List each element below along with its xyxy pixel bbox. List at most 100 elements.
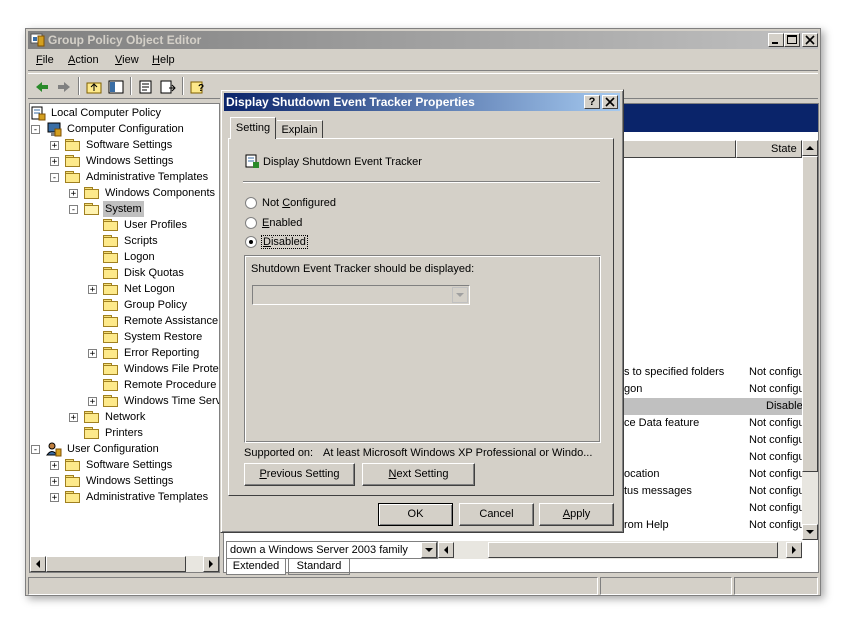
tab-explain[interactable]: Explain [277,120,323,138]
tree-item[interactable]: Local Computer Policy [30,105,219,121]
tree-item[interactable]: + Windows Settings [30,473,219,489]
main-title-bar[interactable]: Group Policy Object Editor [28,31,818,49]
scroll-thumb[interactable] [46,556,186,572]
tree-item[interactable]: Printers [30,425,219,441]
menu-action[interactable]: Action [68,54,99,66]
tree-item[interactable]: + Software Settings [30,137,219,153]
tree-item[interactable]: Remote Assistance [30,313,219,329]
dialog-close-button[interactable] [602,95,618,109]
maximize-button[interactable] [784,33,800,47]
export-list-icon[interactable] [160,79,176,95]
tree-item-label[interactable]: Computer Configuration [65,121,186,137]
expand-icon[interactable]: + [69,413,78,423]
menu-file[interactable]: File [36,54,54,66]
show-hide-tree-icon[interactable] [108,79,124,95]
scroll-right-button[interactable] [203,556,219,572]
radio-not-configured[interactable] [245,197,257,209]
dialog-title-bar[interactable]: Display Shutdown Event Tracker Propertie… [224,93,620,111]
radio-disabled[interactable] [245,236,257,248]
collapse-icon[interactable]: - [69,205,78,215]
collapse-icon[interactable]: - [31,445,40,455]
ok-button[interactable]: OK [378,503,453,526]
tree-item-label[interactable]: Remote Assistance [122,313,219,329]
apply-button[interactable]: Apply [539,503,614,526]
tree-item[interactable]: + Windows Time Serv [30,393,219,409]
tree-item-label[interactable]: Windows File Protec [122,361,219,377]
tree-hscrollbar[interactable] [30,556,219,572]
hscroll-thumb[interactable] [488,542,778,558]
tree-item[interactable]: + Software Settings [30,457,219,473]
label-disabled[interactable]: Disabled [261,235,308,249]
tab-setting[interactable]: Setting [230,117,276,139]
tree-item[interactable]: + Administrative Templates [30,489,219,505]
tab-standard[interactable]: Standard [288,559,350,575]
previous-setting-button[interactable]: Previous Setting [244,463,355,486]
menu-help[interactable]: Help [152,54,175,66]
tree-item-label[interactable]: Error Reporting [122,345,201,361]
vscroll-thumb[interactable] [802,156,818,472]
tree-item-label[interactable]: Administrative Templates [84,489,210,505]
tree-item[interactable]: + Windows Settings [30,153,219,169]
tree-item-label[interactable]: Printers [103,425,145,441]
tree-item-label[interactable]: Remote Procedure C [122,377,219,393]
next-setting-button[interactable]: Next Setting [362,463,475,486]
scroll-up-button[interactable] [802,140,818,156]
select-chevron-icon[interactable] [452,287,468,303]
chevron-down-icon[interactable] [421,542,437,558]
tree-item[interactable]: - User Configuration [30,441,219,457]
tree-item-label[interactable]: Software Settings [84,457,174,473]
tree-item[interactable]: - Computer Configuration [30,121,219,137]
expand-icon[interactable]: + [50,157,59,167]
tree-item[interactable]: Disk Quotas [30,265,219,281]
tree-item[interactable]: Group Policy [30,297,219,313]
collapse-icon[interactable]: - [31,125,40,135]
tree-item-label[interactable]: Windows Settings [84,473,175,489]
help-icon[interactable]: ? [190,79,206,95]
up-folder-icon[interactable] [86,79,102,95]
column-header-state[interactable]: State [736,140,802,158]
label-enabled[interactable]: Enabled [262,217,302,229]
expand-icon[interactable]: + [88,285,97,295]
scroll-left-button[interactable] [30,556,46,572]
tree-item[interactable]: User Profiles [30,217,219,233]
expand-icon[interactable]: + [50,141,59,151]
tree-item[interactable]: Windows File Protec [30,361,219,377]
tree-item-label[interactable]: Administrative Templates [84,169,210,185]
label-not-configured[interactable]: Not Configured [262,197,336,209]
radio-enabled[interactable] [245,217,257,229]
display-select[interactable] [252,285,470,305]
tree-pane[interactable]: Local Computer Policy - Computer Configura… [29,103,220,573]
tree-item[interactable]: + Network [30,409,219,425]
tree-item[interactable]: + Net Logon [30,281,219,297]
tree-item-label[interactable]: Network [103,409,147,425]
forward-arrow-icon[interactable] [56,79,72,95]
tree-item-label[interactable]: Net Logon [122,281,177,297]
tree-item-label[interactable]: Windows Settings [84,153,175,169]
close-button[interactable] [802,33,818,47]
hscroll-left-button[interactable] [438,542,454,558]
tree-item-label[interactable]: Windows Time Serv [122,393,219,409]
tree-item-label[interactable]: System [103,201,144,217]
tree-item-label[interactable]: System Restore [122,329,204,345]
collapse-icon[interactable]: - [50,173,59,183]
tree-item[interactable]: System Restore [30,329,219,345]
tab-extended[interactable]: Extended [226,559,286,575]
tree-item-label[interactable]: Group Policy [122,297,189,313]
scroll-down-button[interactable] [802,524,818,540]
tree-item[interactable]: - System [30,201,219,217]
description-combo[interactable]: down a Windows Server 2003 family [226,541,438,559]
tree-item[interactable]: Remote Procedure C [30,377,219,393]
tree-item[interactable]: - Administrative Templates [30,169,219,185]
cancel-button[interactable]: Cancel [459,503,534,526]
tree-item-label[interactable]: Local Computer Policy [49,105,163,121]
properties-icon[interactable] [138,79,154,95]
menu-view[interactable]: View [115,54,139,66]
expand-icon[interactable]: + [50,493,59,503]
tree-item[interactable]: + Error Reporting [30,345,219,361]
settings-vscrollbar[interactable] [802,140,818,540]
tree-item[interactable]: Logon [30,249,219,265]
settings-hscrollbar[interactable] [438,541,802,559]
back-arrow-icon[interactable] [34,79,50,95]
tree-item-label[interactable]: User Configuration [65,441,161,457]
hscroll-right-button[interactable] [786,542,802,558]
